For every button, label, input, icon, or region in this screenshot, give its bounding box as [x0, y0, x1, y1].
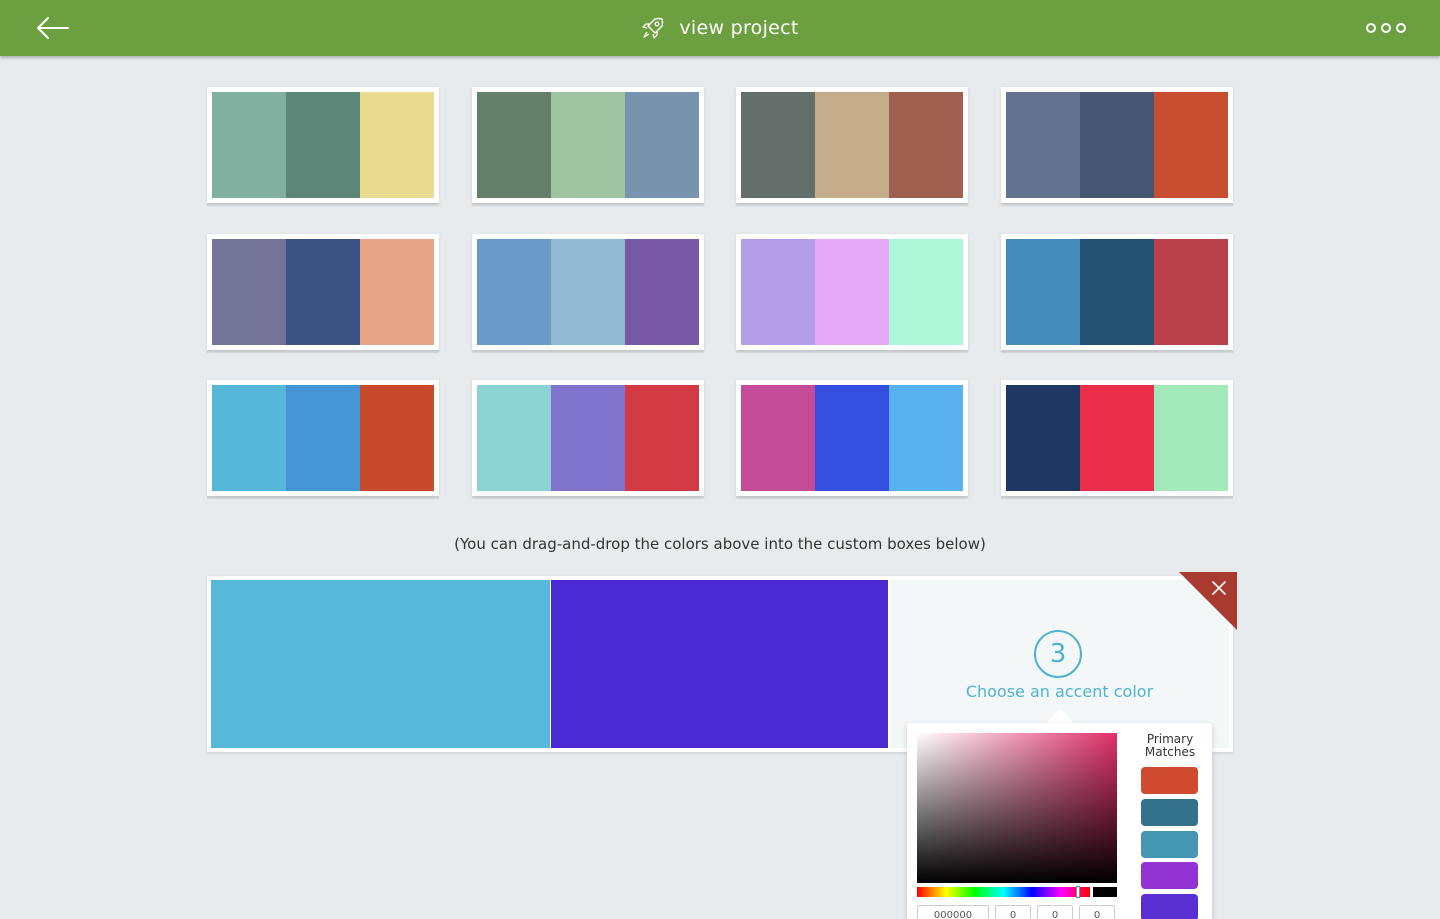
hex-input[interactable] [917, 905, 989, 919]
custom-color-box-2[interactable] [551, 580, 888, 748]
hue-slider-handle[interactable] [1076, 886, 1080, 898]
close-icon[interactable] [1179, 572, 1237, 630]
color-swatch[interactable] [889, 239, 963, 345]
current-color-swatch [1093, 887, 1117, 897]
color-swatch[interactable] [815, 239, 889, 345]
color-swatch[interactable] [815, 385, 889, 491]
step-label: Choose an accent color [965, 682, 1154, 701]
color-swatch[interactable] [815, 92, 889, 198]
custom-color-box-1[interactable] [211, 580, 550, 748]
primary-match-swatch[interactable] [1141, 894, 1198, 919]
color-swatch[interactable] [1006, 92, 1080, 198]
color-swatch[interactable] [889, 92, 963, 198]
palette-card[interactable] [207, 87, 439, 203]
palette-card[interactable] [472, 87, 704, 203]
color-swatch[interactable] [551, 239, 625, 345]
hue-slider[interactable] [917, 886, 1090, 898]
palette-card[interactable] [207, 234, 439, 350]
color-swatch[interactable] [286, 239, 360, 345]
color-swatch[interactable] [477, 385, 551, 491]
color-swatch[interactable] [1006, 385, 1080, 491]
primary-matches-label: Primary Matches [1144, 732, 1196, 759]
drag-drop-hint: (You can drag-and-drop the colors above … [454, 535, 986, 553]
color-swatch[interactable] [1080, 239, 1154, 345]
blue-input[interactable] [1079, 905, 1115, 919]
color-swatch[interactable] [286, 92, 360, 198]
color-swatch[interactable] [741, 239, 815, 345]
palette-card[interactable] [1001, 87, 1233, 203]
primary-match-swatch[interactable] [1141, 799, 1198, 826]
color-swatch[interactable] [212, 92, 286, 198]
color-swatch[interactable] [1154, 239, 1228, 345]
color-swatch[interactable] [286, 385, 360, 491]
palette-card[interactable] [472, 234, 704, 350]
color-swatch[interactable] [1154, 92, 1228, 198]
color-picker: Primary Matches [907, 723, 1212, 919]
color-swatch[interactable] [625, 385, 699, 491]
color-swatch[interactable] [551, 92, 625, 198]
color-swatch[interactable] [360, 239, 434, 345]
color-swatch[interactable] [1154, 385, 1228, 491]
color-swatch[interactable] [741, 385, 815, 491]
primary-match-swatch[interactable] [1141, 767, 1198, 794]
color-swatch[interactable] [1080, 92, 1154, 198]
color-swatch[interactable] [212, 385, 286, 491]
color-swatch[interactable] [360, 92, 434, 198]
color-swatch[interactable] [212, 239, 286, 345]
color-swatch[interactable] [1080, 385, 1154, 491]
color-swatch[interactable] [625, 239, 699, 345]
color-swatch[interactable] [477, 239, 551, 345]
green-input[interactable] [1037, 905, 1073, 919]
color-swatch[interactable] [625, 92, 699, 198]
palette-card[interactable] [736, 380, 968, 496]
color-swatch[interactable] [551, 385, 625, 491]
primary-match-swatch[interactable] [1141, 831, 1198, 858]
step-number: 3 [1034, 630, 1082, 678]
palette-card[interactable] [736, 234, 968, 350]
color-swatch[interactable] [1006, 239, 1080, 345]
palette-card[interactable] [1001, 380, 1233, 496]
palette-card[interactable] [207, 380, 439, 496]
color-inputs [917, 905, 1115, 919]
primary-match-swatch[interactable] [1141, 862, 1198, 889]
color-swatch[interactable] [889, 385, 963, 491]
color-swatch[interactable] [360, 385, 434, 491]
picker-caret [1046, 709, 1074, 723]
color-swatch[interactable] [477, 92, 551, 198]
palette-card[interactable] [472, 380, 704, 496]
palette-grid [0, 0, 1440, 520]
color-swatch[interactable] [741, 92, 815, 198]
saturation-value-field[interactable] [917, 733, 1117, 883]
palette-card[interactable] [1001, 234, 1233, 350]
red-input[interactable] [995, 905, 1031, 919]
palette-card[interactable] [736, 87, 968, 203]
